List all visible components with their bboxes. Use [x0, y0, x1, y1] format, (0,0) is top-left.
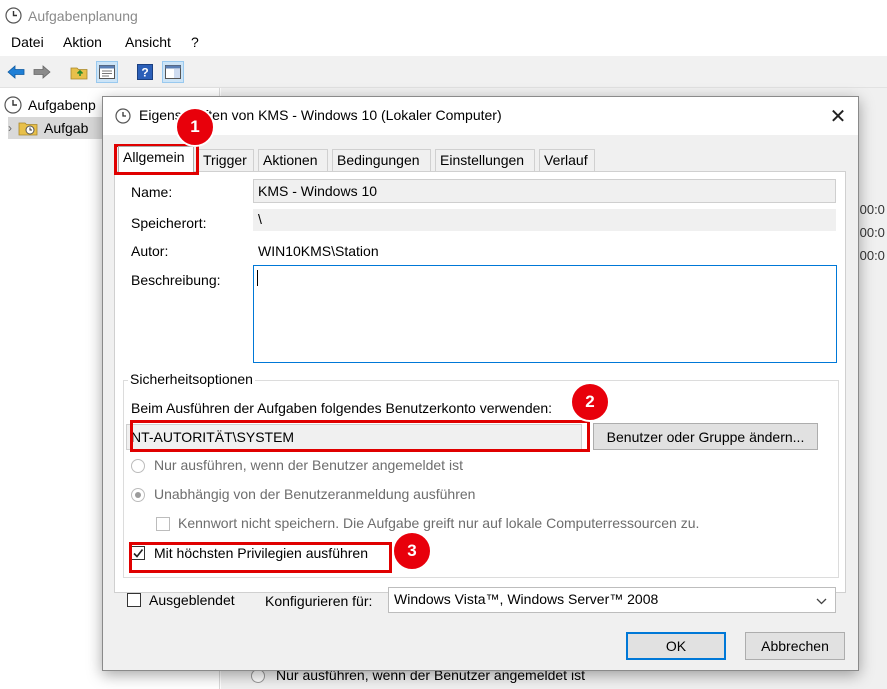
tab-bedingungen[interactable]: Bedingungen: [332, 149, 431, 171]
change-user-button[interactable]: Benutzer oder Gruppe ändern...: [593, 423, 818, 450]
back-arrow-icon[interactable]: [5, 61, 27, 83]
time-fragment: .00:0: [856, 248, 885, 263]
description-textarea[interactable]: [253, 265, 837, 363]
ok-button[interactable]: OK: [626, 632, 726, 660]
tab-aktionen[interactable]: Aktionen: [258, 149, 328, 171]
radio-independent-label: Unabhängig von der Benutzeranmeldung aus…: [154, 486, 476, 502]
location-label: Speicherort:: [131, 215, 207, 231]
clock-icon: [115, 108, 131, 127]
help-icon[interactable]: ?: [134, 61, 156, 83]
location-field: \: [253, 209, 836, 231]
highlight-highest-privileges: [129, 542, 392, 573]
callout-1: 1: [175, 107, 215, 147]
show-pane-icon[interactable]: [162, 61, 184, 83]
tab-panel-allgemein: Name: KMS - Windows 10 Speicherort: \ Au…: [114, 171, 846, 593]
tree-item-label: Aufgabenp: [28, 97, 96, 113]
configure-label: Konfigurieren für:: [265, 593, 373, 609]
main-window-title: Aufgabenplanung: [28, 8, 138, 24]
configure-dropdown[interactable]: Windows Vista™, Windows Server™ 2008: [388, 587, 836, 613]
author-label: Autor:: [131, 243, 169, 259]
folder-up-icon[interactable]: [68, 61, 90, 83]
menu-ansicht[interactable]: Ansicht: [125, 34, 171, 50]
folder-clock-icon: [18, 120, 38, 136]
name-label: Name:: [131, 184, 173, 200]
chevron-down-icon: [816, 594, 827, 608]
close-icon[interactable]: ✕: [825, 103, 851, 129]
radio-independent[interactable]: [131, 488, 145, 502]
radio-logged-on-label: Nur ausführen, wenn der Benutzer angemel…: [154, 457, 463, 473]
tree-item-root[interactable]: Aufgabenp: [4, 94, 96, 116]
highlight-account-field: [130, 420, 590, 452]
svg-text:?: ?: [141, 66, 148, 80]
no-store-password-label: Kennwort nicht speichern. Die Aufgabe gr…: [178, 515, 700, 531]
callout-3: 3: [392, 531, 432, 571]
configure-dropdown-value: Windows Vista™, Windows Server™ 2008: [394, 591, 659, 607]
description-label: Beschreibung:: [131, 272, 221, 288]
callout-2: 2: [570, 382, 610, 422]
tree-item-label: Aufgab: [44, 120, 89, 136]
name-field[interactable]: KMS - Windows 10: [253, 179, 836, 203]
hidden-label: Ausgeblendet: [149, 592, 235, 608]
dialog-titlebar: Eigenschaften von KMS - Windows 10 (Loka…: [103, 97, 858, 135]
radio-logged-on[interactable]: [131, 459, 145, 473]
checkbox-hidden[interactable]: [127, 593, 141, 607]
time-fragment: .00:0: [856, 225, 885, 240]
properties-icon[interactable]: [96, 61, 118, 83]
account-caption: Beim Ausführen der Aufgaben folgendes Be…: [131, 400, 553, 416]
author-value: WIN10KMS\Station: [258, 243, 379, 259]
tab-einstellungen[interactable]: Einstellungen: [435, 149, 535, 171]
chevron-right-icon[interactable]: ›: [8, 121, 12, 135]
menu-aktion[interactable]: Aktion: [63, 34, 102, 50]
menu-help[interactable]: ?: [191, 34, 199, 50]
forward-arrow-icon[interactable]: [31, 61, 53, 83]
background-radio: [251, 669, 265, 683]
checkbox-no-store-password[interactable]: [156, 517, 170, 531]
cancel-button[interactable]: Abbrechen: [745, 632, 845, 660]
toolbar: ?: [0, 56, 887, 88]
security-options-title: Sicherheitsoptionen: [128, 371, 255, 387]
clock-icon: [5, 7, 22, 27]
clock-icon: [4, 96, 22, 114]
tab-allgemein[interactable]: Allgemein: [118, 146, 194, 172]
menubar: Datei Aktion Ansicht ?: [0, 32, 887, 54]
text-caret: [257, 270, 258, 286]
time-fragment: .00:0: [856, 202, 885, 217]
menu-datei[interactable]: Datei: [11, 34, 44, 50]
properties-dialog: Eigenschaften von KMS - Windows 10 (Loka…: [102, 96, 859, 671]
tab-verlauf[interactable]: Verlauf: [539, 149, 595, 171]
tab-trigger[interactable]: Trigger: [198, 149, 254, 171]
main-titlebar: Aufgabenplanung: [0, 0, 887, 32]
